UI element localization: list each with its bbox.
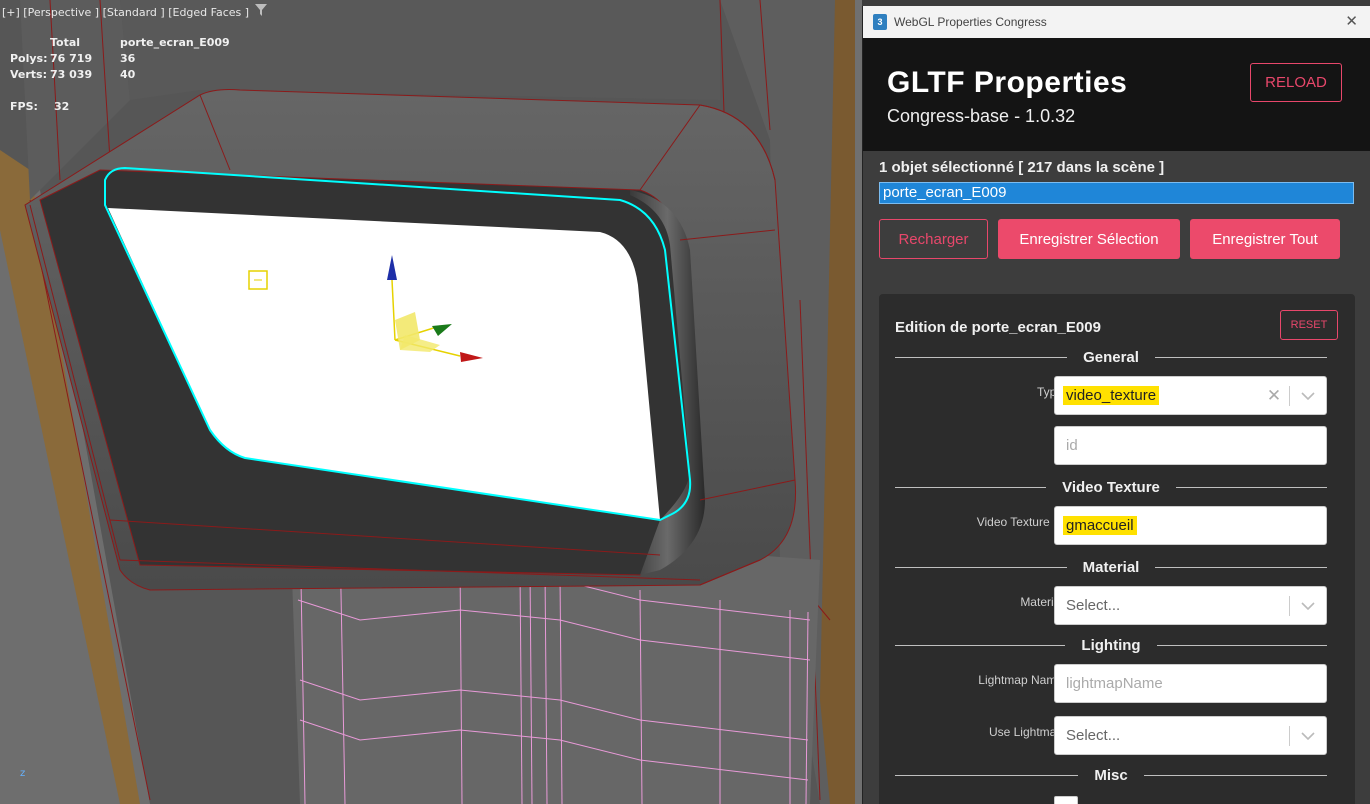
gizmo-x-label: x <box>487 353 493 364</box>
id-input[interactable]: id <box>1054 426 1327 465</box>
funnel-icon[interactable] <box>255 4 268 20</box>
video-texture-id-value: gmaccueil <box>1063 516 1137 535</box>
video-texture-id-input[interactable]: gmaccueil <box>1054 506 1327 545</box>
selection-area: 1 objet sélectionné [ 217 dans la scène … <box>863 151 1370 259</box>
lightmap-name-label: Lightmap Name <box>978 673 1063 687</box>
chevron-down-icon[interactable] <box>1290 731 1326 740</box>
edit-card-title: Edition de porte_ecran_E009 <box>895 319 1101 336</box>
properties-window: 3 WebGL Properties Congress ✕ GLTF Prope… <box>862 6 1370 804</box>
stats-total-header: Total <box>50 36 81 49</box>
stats-verts-object: 40 <box>120 68 136 81</box>
section-general: General <box>895 347 1327 367</box>
view-axis-z-label: z <box>20 768 26 779</box>
right-stone-wall <box>855 0 862 804</box>
reload-button[interactable]: RELOAD <box>1250 63 1342 102</box>
stats-fps-label: FPS: <box>10 100 38 113</box>
video-texture-id-label: Video Texture Id <box>976 515 1063 529</box>
material-select[interactable]: Select... <box>1054 586 1327 625</box>
stats-verts-label: Verts: <box>10 68 48 81</box>
section-video-texture-label: Video Texture <box>1062 478 1160 496</box>
type-select[interactable]: video_texture ✕ <box>1054 376 1327 415</box>
lightmap-name-placeholder: lightmapName <box>1066 675 1163 692</box>
app-header: GLTF Properties Congress-base - 1.0.32 R… <box>863 38 1370 151</box>
selection-actions: Recharger Enregistrer Sélection Enregist… <box>879 219 1354 259</box>
stats-polys-object: 36 <box>120 52 136 65</box>
gizmo-y-label: y <box>450 318 456 329</box>
scene-render[interactable]: z x y <box>0 0 862 804</box>
stats-polys-total: 76 719 <box>50 52 93 65</box>
stats-polys-label: Polys: <box>10 52 48 65</box>
section-lighting-label: Lighting <box>1081 636 1141 654</box>
section-material: Material <box>895 557 1328 577</box>
viewport-menu-text[interactable]: [+] [Perspective ] [Standard ] [Edged Fa… <box>2 6 249 19</box>
use-lightmap-placeholder: Select... <box>1066 727 1121 744</box>
recharger-button[interactable]: Recharger <box>879 219 988 259</box>
close-icon[interactable]: ✕ <box>1345 12 1358 30</box>
type-value: video_texture <box>1063 386 1160 405</box>
window-titlebar[interactable]: 3 WebGL Properties Congress ✕ <box>863 6 1370 38</box>
chevron-down-icon[interactable] <box>1290 601 1326 610</box>
section-misc: Misc <box>895 765 1328 785</box>
viewport-menu-label[interactable]: [+] [Perspective ] [Standard ] [Edged Fa… <box>2 4 268 20</box>
lightmap-name-input[interactable]: lightmapName <box>1054 664 1327 703</box>
section-general-label: General <box>1083 348 1139 366</box>
section-video-texture: Video Texture <box>895 477 1327 497</box>
stats-object-header: porte_ecran_E009 <box>120 36 230 49</box>
selection-count: 1 objet sélectionné [ 217 dans la scène … <box>879 159 1165 176</box>
use-lightmap-select[interactable]: Select... <box>1054 716 1327 755</box>
app-icon: 3 <box>873 14 887 30</box>
material-placeholder: Select... <box>1066 597 1121 614</box>
id-placeholder: id <box>1066 437 1078 454</box>
gizmo-z-label: z <box>388 244 393 255</box>
selected-object-item[interactable]: porte_ecran_E009 <box>879 182 1354 204</box>
chevron-down-icon[interactable] <box>1290 391 1326 400</box>
section-material-label: Material <box>1082 558 1140 576</box>
3d-viewport[interactable]: z x y [+] [Perspective ] [Standard ] [Ed… <box>0 0 862 804</box>
window-title: WebGL Properties Congress <box>894 15 1047 29</box>
clear-icon[interactable]: ✕ <box>1259 386 1289 406</box>
save-all-button[interactable]: Enregistrer Tout <box>1190 219 1340 259</box>
save-selection-button[interactable]: Enregistrer Sélection <box>998 219 1180 259</box>
stats-verts-total: 73 039 <box>50 68 93 81</box>
stats-fps-value: 32 <box>54 100 70 113</box>
misc-checkbox[interactable] <box>1054 796 1078 804</box>
reset-button[interactable]: RESET <box>1280 310 1338 340</box>
section-misc-label: Misc <box>1094 766 1128 784</box>
app-subtitle: Congress-base - 1.0.32 <box>887 106 1076 126</box>
edit-card: Edition de porte_ecran_E009 RESET Genera… <box>879 294 1355 804</box>
use-lightmap-label: Use Lightmap <box>988 725 1063 739</box>
section-lighting: Lighting <box>895 635 1327 655</box>
